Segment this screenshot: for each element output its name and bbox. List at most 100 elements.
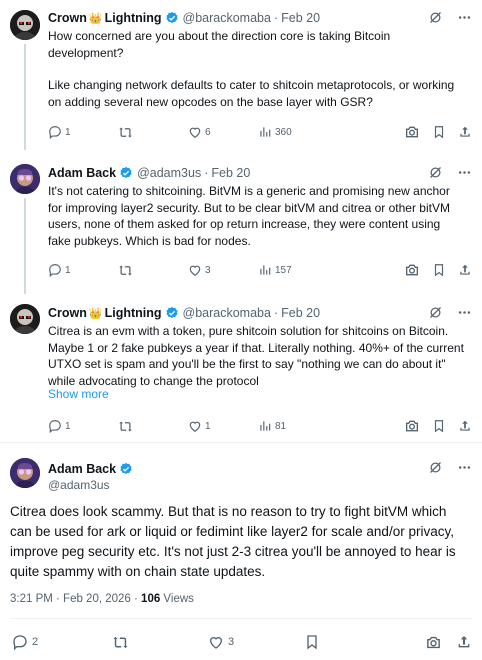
bookmark-button[interactable] xyxy=(304,634,320,650)
grok-icon[interactable] xyxy=(428,10,443,25)
tweet-paragraph: It's not catering to shitcoining. BitVM … xyxy=(48,184,450,248)
tweet-meta: 3:21 PM · Feb 20, 2026 · 106 Views xyxy=(10,593,194,605)
action-bar: 1 1 81 xyxy=(48,418,472,434)
share-icon[interactable] xyxy=(458,263,472,277)
more-icon[interactable] xyxy=(457,460,472,475)
like-button[interactable]: 1 xyxy=(188,419,258,433)
thread-line xyxy=(24,198,26,294)
reply-count: 1 xyxy=(65,126,71,138)
reply-icon xyxy=(48,419,62,433)
separator-dot: · xyxy=(204,166,209,180)
reply-count: 1 xyxy=(65,420,71,432)
grok-icon[interactable] xyxy=(428,460,443,475)
avatar[interactable] xyxy=(10,458,40,488)
share-icon[interactable] xyxy=(458,125,472,139)
reply-button[interactable]: 1 xyxy=(48,125,118,139)
screenshot-icon[interactable] xyxy=(404,124,420,140)
crown-emoji: 👑 xyxy=(88,12,103,25)
post-timestamp[interactable]: 3:21 PM · Feb 20, 2026 · xyxy=(10,593,141,605)
author-handle[interactable]: @barackomaba xyxy=(183,11,271,25)
repost-button[interactable] xyxy=(118,419,188,434)
divider xyxy=(10,618,472,619)
screenshot-icon[interactable] xyxy=(404,418,420,434)
grok-icon[interactable] xyxy=(428,165,443,180)
timestamp[interactable]: Feb 20 xyxy=(211,166,250,180)
repost-icon xyxy=(118,125,133,140)
action-bar: 1 3 157 xyxy=(48,262,472,278)
repost-button[interactable] xyxy=(118,125,188,140)
reply-button[interactable]: 2 xyxy=(12,634,112,650)
tweet-paragraph: How concerned are you about the directio… xyxy=(48,29,391,60)
separator-dot: · xyxy=(273,306,279,320)
repost-icon xyxy=(112,634,129,651)
tweet-header: Crown 👑 Lightning @barackomaba · Feb 20 xyxy=(48,10,472,26)
like-count: 3 xyxy=(205,264,211,276)
avatar[interactable] xyxy=(10,10,40,40)
screenshot-icon[interactable] xyxy=(404,262,420,278)
tweet-paragraph: Citrea is an evm with a token, pure shit… xyxy=(48,324,464,388)
more-icon[interactable] xyxy=(457,305,472,320)
reply-button[interactable]: 1 xyxy=(48,263,118,277)
author-name[interactable]: Adam Back xyxy=(48,462,116,476)
crown-emoji: 👑 xyxy=(88,307,103,320)
tweet-3[interactable]: Crown 👑 Lightning @barackomaba · Feb 20 … xyxy=(0,294,482,442)
avatar[interactable] xyxy=(10,304,40,334)
tweet-2[interactable]: Adam Back @adam3us · Feb 20 It's not cat… xyxy=(0,150,482,294)
reply-count: 1 xyxy=(65,264,71,276)
author-handle[interactable]: @adam3us xyxy=(137,166,201,180)
share-icon[interactable] xyxy=(458,419,472,433)
action-bar: 1 6 360 xyxy=(48,124,472,140)
show-more-link[interactable]: Show more xyxy=(48,387,109,401)
repost-button[interactable] xyxy=(112,634,208,651)
more-icon[interactable] xyxy=(457,10,472,25)
views-count: 106 xyxy=(141,593,161,605)
tweet-paragraph: Like changing network defaults to cater … xyxy=(48,78,455,109)
views-label: Views xyxy=(160,593,194,605)
repost-icon xyxy=(118,419,133,434)
repost-icon xyxy=(118,263,133,278)
views-button[interactable]: 157 xyxy=(258,263,328,277)
more-icon[interactable] xyxy=(457,165,472,180)
like-icon xyxy=(188,419,202,433)
reply-count: 2 xyxy=(32,636,39,648)
avatar[interactable] xyxy=(10,164,40,194)
views-count: 81 xyxy=(275,420,287,432)
verified-badge-icon xyxy=(165,306,179,320)
author-name[interactable]: Crown xyxy=(48,306,87,320)
like-button[interactable]: 3 xyxy=(188,263,258,277)
timestamp[interactable]: Feb 20 xyxy=(281,11,320,25)
views-button[interactable]: 360 xyxy=(258,125,328,139)
reply-button[interactable]: 1 xyxy=(48,419,118,433)
reply-icon xyxy=(48,263,62,277)
author-name-suffix[interactable]: Lightning xyxy=(105,306,162,320)
like-icon xyxy=(188,263,202,277)
reply-icon xyxy=(12,634,28,650)
tweet-text: How concerned are you about the directio… xyxy=(48,28,464,110)
author-handle[interactable]: @adam3us xyxy=(48,478,137,492)
main-action-bar: 2 3 xyxy=(12,633,472,651)
bookmark-icon[interactable] xyxy=(432,125,446,139)
views-count: 157 xyxy=(275,264,292,276)
like-count: 3 xyxy=(228,636,235,648)
author-handle[interactable]: @barackomaba xyxy=(183,306,271,320)
views-button[interactable]: 81 xyxy=(258,419,328,433)
tweet-1[interactable]: Crown 👑 Lightning @barackomaba · Feb 20 … xyxy=(0,0,482,150)
like-icon xyxy=(188,125,202,139)
tweet-header: Adam Back @adam3us · Feb 20 xyxy=(48,165,472,181)
like-button[interactable]: 3 xyxy=(208,634,304,650)
grok-icon[interactable] xyxy=(428,305,443,320)
share-icon[interactable] xyxy=(456,634,472,650)
screenshot-icon[interactable] xyxy=(425,634,442,651)
timestamp[interactable]: Feb 20 xyxy=(281,306,320,320)
bookmark-icon[interactable] xyxy=(432,263,446,277)
tweet-text: Citrea is an evm with a token, pure shit… xyxy=(48,323,464,389)
like-button[interactable]: 6 xyxy=(188,125,258,139)
author-name-suffix[interactable]: Lightning xyxy=(105,11,162,25)
author-name[interactable]: Adam Back xyxy=(48,166,116,180)
bookmark-icon xyxy=(304,634,320,650)
repost-button[interactable] xyxy=(118,263,188,278)
author-name[interactable]: Crown xyxy=(48,11,87,25)
thread-line xyxy=(24,44,26,150)
views-count: 360 xyxy=(275,126,292,138)
bookmark-icon[interactable] xyxy=(432,419,446,433)
